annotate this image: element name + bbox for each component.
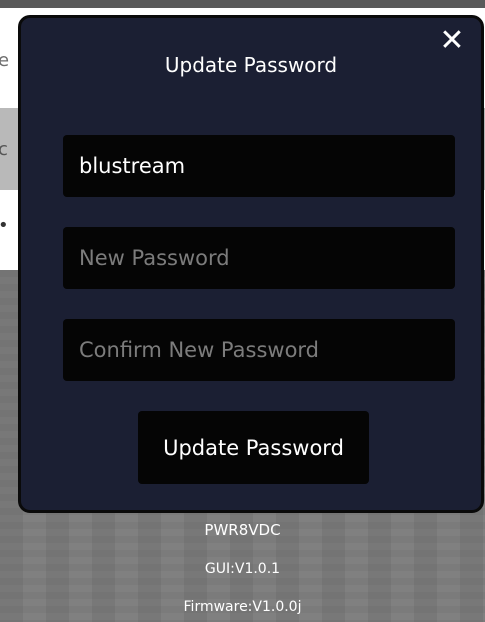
new-password-field[interactable] — [63, 227, 455, 289]
confirm-password-field[interactable] — [63, 319, 455, 381]
modal-title: Update Password — [164, 53, 338, 77]
gui-version: GUI:V1.0.1 — [204, 561, 281, 577]
update-password-modal: ✕ Update Password Update Password — [18, 15, 484, 513]
update-password-button[interactable]: Update Password — [138, 411, 369, 484]
close-icon[interactable]: ✕ — [437, 26, 467, 56]
background-partial-text: c — [0, 139, 8, 160]
username-field[interactable] — [63, 135, 455, 197]
device-model: PWR8VDC — [204, 521, 281, 539]
background-partial-text: e — [0, 50, 10, 71]
firmware-version: Firmware:V1.0.0j — [183, 599, 302, 615]
background-partial-text: • — [0, 215, 9, 236]
background-top-band — [0, 0, 485, 8]
